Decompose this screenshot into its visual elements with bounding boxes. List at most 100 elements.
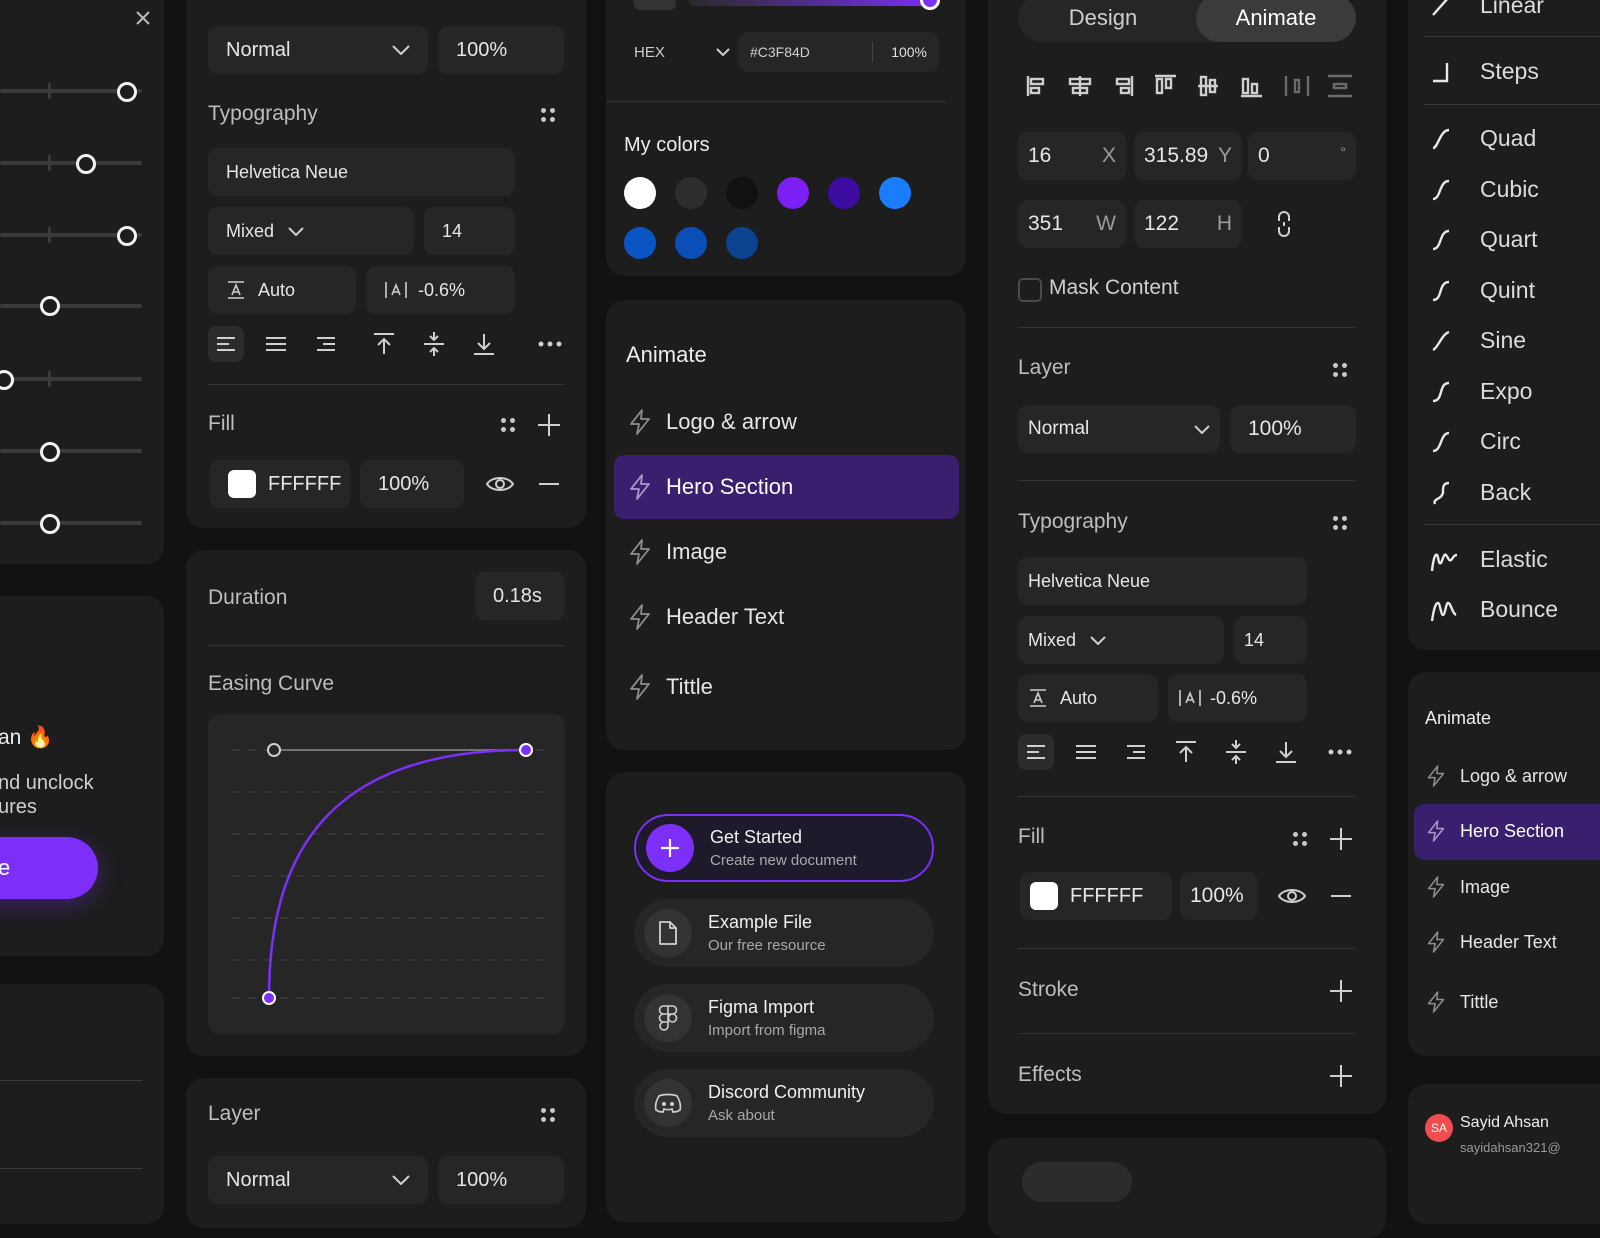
- font-family-select[interactable]: Helvetica Neue: [208, 148, 515, 196]
- h-input[interactable]: 122 H: [1134, 200, 1242, 248]
- eye-icon[interactable]: [485, 472, 515, 496]
- constrain-proportions-icon[interactable]: [1274, 210, 1294, 238]
- font-family-select[interactable]: Helvetica Neue: [1018, 557, 1307, 605]
- animate-item-image[interactable]: Image: [1426, 875, 1510, 899]
- align-center-icon[interactable]: [1068, 734, 1104, 770]
- remove-fill-icon[interactable]: [539, 483, 559, 485]
- animate-item-header-text[interactable]: Header Text: [628, 603, 784, 631]
- drag-handle-icon[interactable]: [541, 108, 555, 122]
- layer-opacity-input[interactable]: 100%: [1230, 405, 1356, 453]
- align-bottom-icon[interactable]: [466, 326, 502, 362]
- align-left-icon[interactable]: [208, 326, 244, 362]
- align-top-icon[interactable]: [1168, 734, 1204, 770]
- remove-fill-icon[interactable]: [1331, 895, 1351, 897]
- line-height-input[interactable]: Auto: [208, 266, 356, 314]
- animate-item-logo[interactable]: Logo & arrow: [628, 408, 797, 436]
- easing-cubic[interactable]: Cubic: [1430, 176, 1539, 203]
- easing-sine[interactable]: Sine: [1430, 327, 1526, 354]
- drag-handle-icon[interactable]: [541, 1108, 555, 1122]
- figma-import-action[interactable]: Figma Import Import from figma: [634, 984, 934, 1052]
- more-icon[interactable]: [1322, 734, 1358, 770]
- easing-elastic[interactable]: Elastic: [1430, 546, 1548, 573]
- drag-handle-icon[interactable]: [1333, 516, 1347, 530]
- eye-icon[interactable]: [1277, 884, 1307, 908]
- fill-color-input[interactable]: FFFFFF: [1020, 872, 1172, 920]
- easing-quad[interactable]: Quad: [1430, 125, 1536, 152]
- blend-mode-select[interactable]: Normal: [208, 26, 428, 74]
- easing-quart[interactable]: Quart: [1430, 226, 1538, 253]
- add-effect-icon[interactable]: [1330, 1065, 1352, 1087]
- font-size-input[interactable]: 14: [424, 207, 515, 255]
- drag-handle-icon[interactable]: [1333, 363, 1347, 377]
- x-input[interactable]: 16 X: [1018, 132, 1126, 180]
- add-fill-icon[interactable]: [538, 414, 560, 436]
- swatch-blue-3[interactable]: [675, 227, 707, 259]
- font-weight-select[interactable]: Mixed: [208, 207, 414, 255]
- animate-item-image[interactable]: Image: [628, 538, 727, 566]
- animate-item-hero-selected[interactable]: Hero Section: [1414, 804, 1600, 860]
- animate-item-header-text[interactable]: Header Text: [1426, 930, 1557, 954]
- easing-expo[interactable]: Expo: [1430, 378, 1532, 405]
- font-weight-select[interactable]: Mixed: [1018, 616, 1224, 664]
- y-input[interactable]: 315.89 Y: [1134, 132, 1242, 180]
- swatch-dark-gray[interactable]: [675, 177, 707, 209]
- tab-design[interactable]: Design: [1018, 0, 1188, 42]
- hex-input[interactable]: #C3F84D 100%: [738, 32, 939, 72]
- bottom-pill[interactable]: [1022, 1162, 1132, 1202]
- swatch-blue-2[interactable]: [624, 227, 656, 259]
- fill-swatch[interactable]: [1030, 882, 1058, 910]
- font-size-input[interactable]: 14: [1234, 616, 1307, 664]
- easing-linear[interactable]: Linear: [1430, 0, 1544, 19]
- swatch-deep-purple[interactable]: [828, 177, 860, 209]
- duration-input[interactable]: 0.18s: [475, 572, 565, 620]
- animate-item-logo[interactable]: Logo & arrow: [1426, 764, 1567, 788]
- animate-item-title[interactable]: Tittle: [628, 673, 713, 701]
- drag-handle-icon[interactable]: [501, 418, 515, 432]
- rotation-input[interactable]: 0 °: [1248, 132, 1356, 180]
- fill-swatch[interactable]: [228, 470, 256, 498]
- align-top-icon[interactable]: [366, 326, 402, 362]
- line-height-input[interactable]: Auto: [1018, 674, 1158, 722]
- animate-item-title[interactable]: Tittle: [1426, 990, 1498, 1014]
- fill-opacity-input[interactable]: 100%: [1180, 872, 1258, 920]
- swatch-white[interactable]: [624, 177, 656, 209]
- animate-item-hero-selected[interactable]: Hero Section: [614, 455, 959, 519]
- align-left-icon[interactable]: [1018, 734, 1054, 770]
- w-input[interactable]: 351 W: [1018, 200, 1126, 248]
- avatar[interactable]: SA: [1425, 1114, 1453, 1142]
- add-stroke-icon[interactable]: [1330, 980, 1352, 1002]
- swatch-purple[interactable]: [777, 177, 809, 209]
- layer-opacity-input[interactable]: 100%: [438, 1156, 564, 1204]
- discord-community-action[interactable]: Discord Community Ask about: [634, 1069, 934, 1137]
- tab-animate[interactable]: Animate: [1196, 0, 1356, 42]
- layer-blend-select[interactable]: Normal: [208, 1156, 428, 1204]
- fill-opacity-input[interactable]: 100%: [360, 460, 464, 508]
- swatch-navy[interactable]: [726, 227, 758, 259]
- swatch-black[interactable]: [726, 177, 758, 209]
- fill-color-input[interactable]: FFFFFF: [210, 460, 350, 508]
- swatch-blue[interactable]: [879, 177, 911, 209]
- letter-spacing-input[interactable]: -0.6%: [366, 266, 515, 314]
- easing-steps[interactable]: Steps: [1430, 58, 1539, 85]
- easing-circ[interactable]: Circ: [1430, 428, 1521, 455]
- mask-content-checkbox[interactable]: [1018, 278, 1042, 302]
- opacity-slider-knob[interactable]: [920, 0, 940, 10]
- align-bottom-icon[interactable]: [1268, 734, 1304, 770]
- drag-handle-icon[interactable]: [1293, 832, 1307, 846]
- align-middle-icon[interactable]: [416, 326, 452, 362]
- align-right-icon[interactable]: [308, 326, 344, 362]
- letter-spacing-input[interactable]: -0.6%: [1168, 674, 1307, 722]
- upgrade-button[interactable]: e: [0, 837, 98, 899]
- easing-back[interactable]: Back: [1430, 479, 1531, 506]
- align-middle-icon[interactable]: [1218, 734, 1254, 770]
- easing-curve-editor[interactable]: [208, 714, 565, 1034]
- add-fill-icon[interactable]: [1330, 828, 1352, 850]
- color-format-select[interactable]: HEX: [634, 32, 730, 72]
- color-preview[interactable]: [634, 0, 676, 10]
- more-icon[interactable]: [532, 326, 568, 362]
- opacity-input[interactable]: 100%: [438, 26, 564, 74]
- example-file-action[interactable]: Example File Our free resource: [634, 899, 934, 967]
- close-icon[interactable]: [135, 10, 151, 26]
- opacity-slider[interactable]: [688, 0, 936, 6]
- easing-quint[interactable]: Quint: [1430, 277, 1535, 304]
